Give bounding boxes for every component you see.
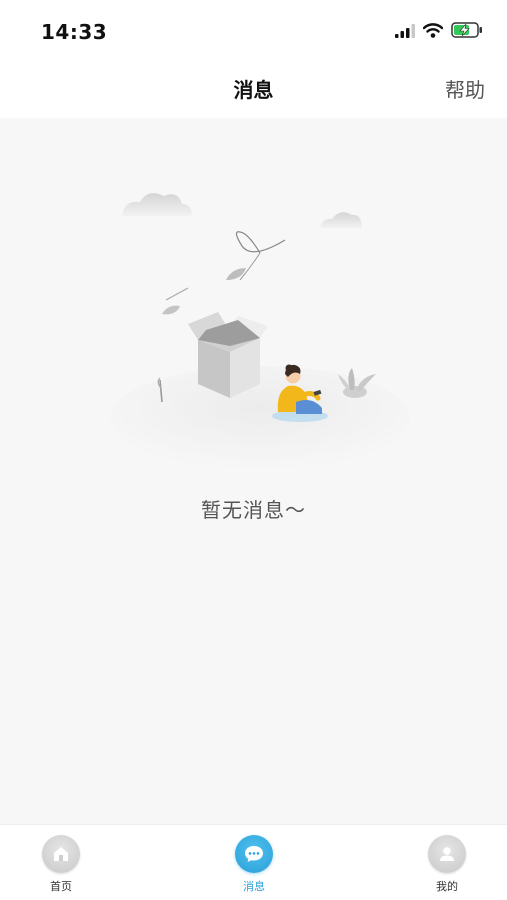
battery-charging-icon <box>451 22 483 42</box>
tab-home[interactable]: 首页 <box>16 835 106 897</box>
signal-icon <box>395 23 415 42</box>
home-icon <box>42 835 80 873</box>
status-icons <box>395 22 483 42</box>
person-icon <box>428 835 466 873</box>
bottom-tab-bar: 首页 消息 我的 <box>0 824 507 900</box>
wifi-icon <box>422 22 444 42</box>
message-list-area: 暂无消息～ <box>0 118 507 824</box>
status-bar: 14:33 <box>0 0 507 62</box>
help-button[interactable]: 帮助 <box>445 74 485 103</box>
tab-messages[interactable]: 消息 <box>209 835 299 897</box>
tab-home-label: 首页 <box>50 880 72 893</box>
tab-me[interactable]: 我的 <box>402 835 492 897</box>
tab-messages-label: 消息 <box>243 880 265 893</box>
empty-box-illustration-icon <box>100 188 420 470</box>
status-time: 14:33 <box>41 20 108 44</box>
empty-state-message: 暂无消息～ <box>201 498 306 522</box>
page-title: 消息 <box>233 78 274 102</box>
chat-bubble-icon <box>235 835 273 873</box>
navigation-bar: 消息 帮助 <box>0 62 507 118</box>
tab-me-label: 我的 <box>436 880 458 893</box>
